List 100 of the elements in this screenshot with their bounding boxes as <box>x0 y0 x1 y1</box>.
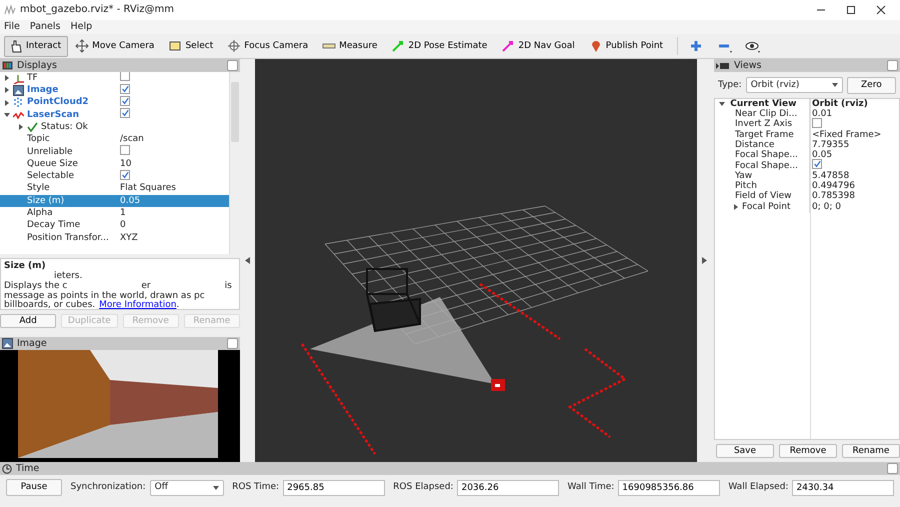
time-field[interactable]: 2036.26 <box>457 480 560 496</box>
close-icon[interactable] <box>876 5 886 15</box>
display-name[interactable]: TF <box>27 72 38 84</box>
arrows-icon <box>75 39 90 53</box>
checkbox[interactable] <box>120 145 130 156</box>
window-title: mbot_gazebo.rviz* - RViz@mm <box>20 4 176 16</box>
arrow-icon <box>391 39 406 53</box>
toolbar-button[interactable]: Move Camera <box>70 36 162 56</box>
panel-box[interactable] <box>227 60 238 71</box>
panel-button[interactable]: Remove <box>779 444 837 458</box>
description-text: ieters. <box>54 272 82 281</box>
checkbox[interactable] <box>812 159 822 170</box>
description-text: billboards, or cubes. <box>4 301 96 312</box>
field-label: ROS Elapsed: <box>393 482 454 493</box>
property-value: /scan <box>120 134 144 144</box>
menu-item[interactable]: Panels <box>30 21 60 33</box>
dots-icon <box>13 97 24 108</box>
checkbox[interactable] <box>120 108 130 118</box>
panel-title: Displays <box>17 60 58 72</box>
expand-arrow-icon[interactable] <box>4 87 10 94</box>
toolbar-button[interactable]: Publish Point <box>584 36 670 56</box>
tree-heading: Current View <box>730 98 796 109</box>
menu-item[interactable]: File <box>4 21 20 33</box>
property-value: 0 <box>120 220 126 230</box>
property-value: XYZ <box>120 232 138 243</box>
property-name: Size (m) <box>27 196 64 207</box>
panel-button[interactable]: Add <box>0 314 56 328</box>
status-text: Status: Ok <box>41 122 88 133</box>
more-information-link[interactable]: More Information <box>99 301 176 312</box>
arrow-icon <box>501 39 516 53</box>
menu-item[interactable]: Help <box>70 21 92 33</box>
time-field[interactable]: 2430.34 <box>792 480 894 496</box>
image-icon <box>2 338 13 349</box>
expand-arrow-icon[interactable] <box>702 257 707 264</box>
property-name: Style <box>27 183 50 194</box>
time-field[interactable]: 1690985356.86 <box>618 480 720 496</box>
monitor-icon <box>2 60 13 70</box>
app-icon <box>4 5 16 15</box>
maximize-icon[interactable] <box>846 5 856 15</box>
display-name[interactable]: LaserScan <box>27 110 80 120</box>
property-value: 7.79355 <box>812 140 850 150</box>
checkbox[interactable] <box>120 96 130 106</box>
property-value: <Fixed Frame> <box>812 130 882 140</box>
property-value: 0.494796 <box>812 181 855 192</box>
time-field[interactable]: 2965.85 <box>283 480 385 496</box>
description-text: is <box>224 282 232 292</box>
collapse-arrow-icon[interactable] <box>245 257 250 264</box>
toolbar-button[interactable]: Focus Camera <box>222 36 316 56</box>
panel-box[interactable] <box>227 338 238 349</box>
property-value: 0.785398 <box>812 191 855 202</box>
expand-arrow-icon[interactable] <box>4 75 10 82</box>
display-name[interactable]: Image <box>27 85 58 96</box>
checkbox[interactable] <box>812 118 822 128</box>
type-dropdown[interactable]: Orbit (rviz) <box>746 77 843 93</box>
sync-dropdown[interactable]: Off <box>150 480 224 496</box>
property-name: Distance <box>735 140 774 150</box>
expand-arrow-icon[interactable] <box>719 101 725 108</box>
toolbar-button[interactable]: Select <box>163 36 220 56</box>
panel-button[interactable]: Save <box>716 444 774 458</box>
sync-label: Synchronization: <box>70 482 146 493</box>
property-name: Focal Shape... <box>735 150 798 161</box>
description-text: er <box>141 282 151 291</box>
display-name[interactable]: PointCloud2 <box>27 97 89 108</box>
property-value: 0.05 <box>120 196 140 206</box>
panel-button[interactable]: Rename <box>842 444 900 458</box>
toolbar-button[interactable]: 2D Nav Goal <box>496 36 582 56</box>
field-label: Wall Elapsed: <box>728 482 788 493</box>
expand-arrow-icon[interactable] <box>733 204 739 210</box>
toolbar-button[interactable]: Interact <box>4 36 68 56</box>
description-text: message as points in the world, drawn as pc <box>4 292 205 301</box>
toolbar-button[interactable]: Measure <box>317 36 384 56</box>
description-title: Size (m) <box>4 261 47 272</box>
property-name: Topic <box>27 134 50 146</box>
property-value: 1 <box>120 208 126 218</box>
field-label: Wall Time: <box>568 482 614 493</box>
expand-arrow-icon[interactable] <box>4 100 10 106</box>
toolbar-button[interactable]: 2D Pose Estimate <box>386 36 494 56</box>
expand-arrow-icon[interactable] <box>4 112 10 118</box>
property-value: Flat Squares <box>120 183 176 194</box>
property-name: Focal Shape... <box>735 160 798 172</box>
caret-icon <box>212 486 219 490</box>
property-name: Yaw <box>735 170 752 181</box>
checkbox[interactable] <box>120 72 130 82</box>
property-value: 0.05 <box>812 150 832 160</box>
panel-box[interactable] <box>887 60 898 71</box>
property-name: Position Transfor... <box>27 232 109 244</box>
property-name: Near Clip Di... <box>735 109 798 120</box>
property-name: Focal Point <box>742 202 791 213</box>
panel-box[interactable] <box>887 463 898 474</box>
zero-button[interactable]: Zero <box>846 76 896 94</box>
selection-box-icon <box>168 39 182 53</box>
property-name: Pitch <box>735 181 757 192</box>
property-value: 5.47858 <box>812 170 850 181</box>
image-icon <box>13 84 24 96</box>
type-label: Type: <box>718 80 742 90</box>
checkbox[interactable] <box>120 170 130 180</box>
property-name: Unreliable <box>27 146 73 158</box>
expand-arrow-icon[interactable] <box>18 124 24 130</box>
checkbox[interactable] <box>120 84 130 94</box>
pause-button[interactable]: Pause <box>6 479 62 496</box>
